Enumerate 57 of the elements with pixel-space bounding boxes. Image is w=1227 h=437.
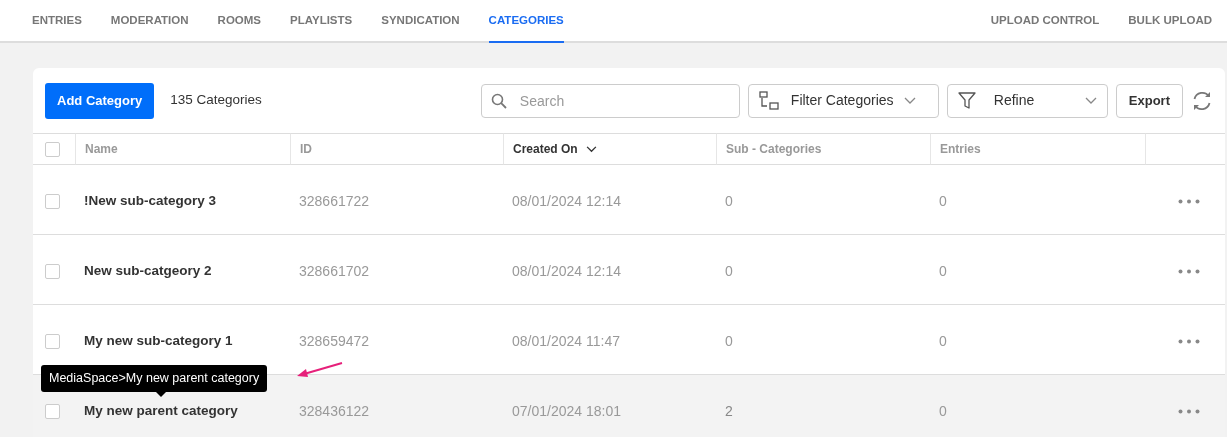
- tooltip-pointer: [156, 391, 166, 397]
- more-actions-icon[interactable]: [1178, 269, 1200, 274]
- select-all-checkbox[interactable]: [45, 141, 60, 157]
- nav-tab[interactable]: ROOMS: [217, 0, 262, 43]
- nav-tab[interactable]: CATEGORIES: [488, 0, 564, 43]
- category-name[interactable]: My new parent category: [84, 401, 238, 422]
- column-header[interactable]: Created On: [503, 133, 716, 165]
- table-cell-text: 328661722: [299, 192, 370, 211]
- column-header[interactable]: ID: [290, 133, 503, 165]
- nav-link[interactable]: BULK UPLOAD: [1128, 0, 1212, 41]
- row-checkbox[interactable]: [45, 264, 60, 279]
- category-name[interactable]: My new sub-category 1: [84, 331, 233, 352]
- more-actions-icon[interactable]: [1178, 339, 1200, 344]
- nav-tab[interactable]: PLAYLISTS: [290, 0, 353, 43]
- search-field[interactable]: Search: [480, 83, 740, 118]
- table-cell-text: 328661702: [299, 262, 370, 281]
- table-cell-text: 0: [725, 262, 733, 281]
- nav-tab[interactable]: ENTRIES: [32, 0, 82, 43]
- filter-categories-dropdown[interactable]: Filter Categories: [747, 83, 939, 118]
- table-cell-text: 0: [939, 332, 947, 351]
- annotation-arrow: [296, 362, 344, 378]
- nav-tab[interactable]: SYNDICATION: [381, 0, 460, 43]
- more-actions-icon[interactable]: [1178, 409, 1200, 414]
- category-name[interactable]: New sub-catgeory 2: [84, 261, 212, 282]
- table-cell-text: 08/01/2024 11:47: [512, 332, 620, 351]
- nav-tab[interactable]: MODERATION: [110, 0, 189, 43]
- more-actions-icon[interactable]: [1178, 199, 1200, 204]
- table-cell-text: 0: [939, 262, 947, 281]
- row-checkbox[interactable]: [45, 404, 60, 419]
- category-name[interactable]: !New sub-category 3: [84, 191, 217, 212]
- row-checkbox[interactable]: [45, 334, 60, 349]
- refine-dropdown[interactable]: Refine: [946, 83, 1108, 118]
- folder-tree-icon: [758, 90, 781, 111]
- chevron-down-icon: [903, 96, 916, 105]
- tooltip: MediaSpace>My new parent category: [41, 365, 268, 392]
- export-button[interactable]: Export: [1115, 83, 1183, 118]
- category-count: 135 Categories: [170, 91, 262, 110]
- column-header[interactable]: Entries: [930, 133, 1145, 165]
- refresh-icon[interactable]: [1191, 89, 1213, 112]
- table-cell-text: 0: [725, 332, 733, 351]
- funnel-icon: [957, 91, 976, 110]
- table-cell-text: 328659472: [299, 332, 370, 351]
- chevron-down-icon: [1084, 96, 1097, 105]
- table-cell-text: 328436122: [299, 402, 370, 421]
- column-header[interactable]: Sub - Categories: [716, 133, 930, 165]
- nav-link[interactable]: UPLOAD CONTROL: [990, 0, 1100, 41]
- table-cell-text: 2: [725, 402, 733, 421]
- table-cell-text: 08/01/2024 12:14: [512, 262, 621, 281]
- table-cell-text: 0: [725, 192, 733, 211]
- add-category-button[interactable]: Add Category: [45, 82, 155, 119]
- table-cell-text: 07/01/2024 18:01: [512, 402, 621, 421]
- table-cell-text: 0: [939, 402, 947, 421]
- column-header[interactable]: Name: [75, 133, 290, 165]
- table-cell-text: 08/01/2024 12:14: [512, 192, 621, 211]
- sort-caret-icon: [585, 145, 597, 153]
- row-checkbox[interactable]: [45, 194, 60, 209]
- table-cell-text: 0: [939, 192, 947, 211]
